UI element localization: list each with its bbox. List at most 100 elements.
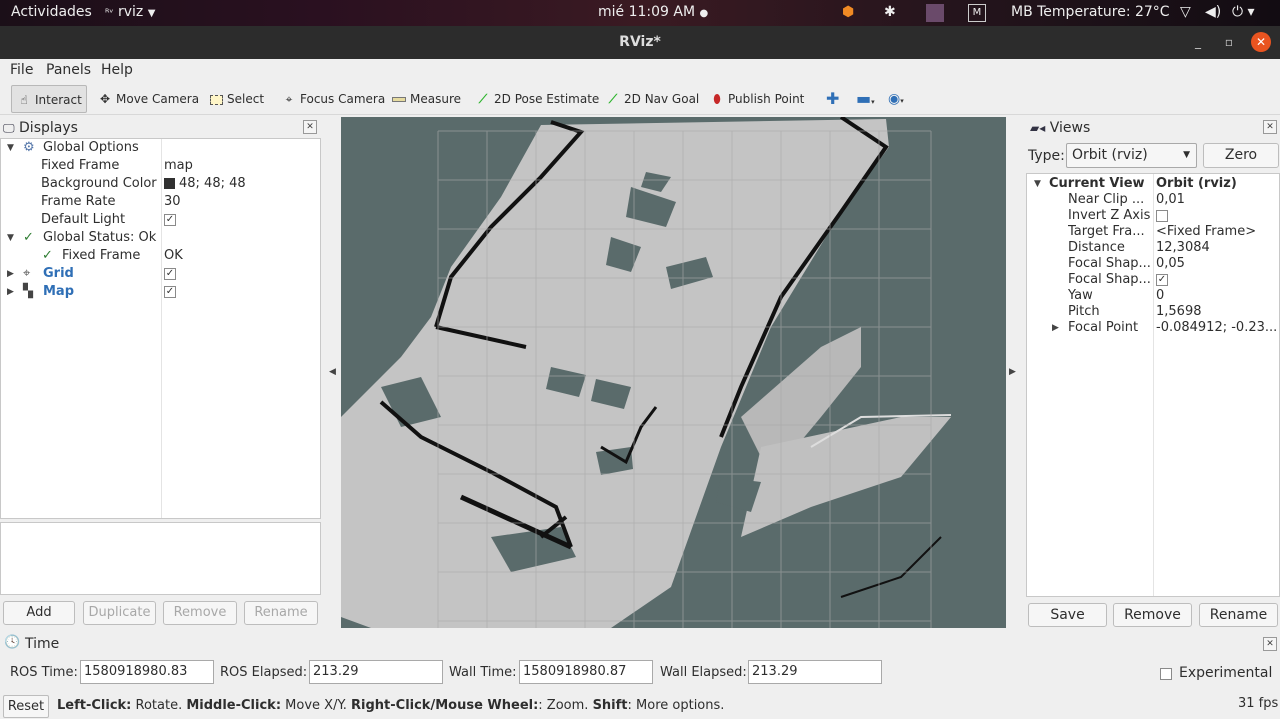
displays-tree[interactable]: ▼ ⚙ Global Options Fixed Frame map Backg… <box>0 138 321 519</box>
rename-view-button[interactable]: Rename <box>1199 603 1278 627</box>
pitch-value[interactable]: 1,5698 <box>1156 304 1278 320</box>
tree-row-current-view[interactable]: ▼ Current View Orbit (rviz) <box>1027 176 1279 192</box>
wall-elapsed-field[interactable]: 213.29 <box>748 660 882 684</box>
app-menu[interactable]: ᴿᵛ rviz ▼ <box>105 4 155 20</box>
views-close-icon[interactable]: ✕ <box>1263 120 1277 134</box>
volume-icon[interactable]: ◀) <box>1205 4 1221 20</box>
menu-help[interactable]: Help <box>101 62 133 78</box>
tree-row-focal-point[interactable]: ▶ Focal Point -0.084912; -0.23... <box>1027 320 1279 336</box>
focal-point-value[interactable]: -0.084912; -0.23... <box>1156 320 1278 336</box>
default-light-checkbox[interactable]: ✓ <box>164 211 176 229</box>
map-checkbox[interactable]: ✓ <box>164 283 176 301</box>
shift-desc: : More options. <box>627 698 725 713</box>
close-button[interactable]: ✕ <box>1251 32 1271 52</box>
duplicate-display-button[interactable]: Duplicate <box>83 601 156 625</box>
expand-down-icon[interactable]: ▼ <box>7 229 14 247</box>
target-frame-label: Target Fra... <box>1068 224 1145 239</box>
tree-row-map[interactable]: ▶ ▚ Map ✓ <box>1 283 320 301</box>
frame-rate-value[interactable]: 30 <box>164 193 181 211</box>
select-tool-button[interactable]: Select <box>204 85 268 113</box>
view-type-value: Orbit (rviz) <box>1072 147 1148 163</box>
image-tray-icon[interactable] <box>926 4 944 22</box>
distance-value[interactable]: 12,3084 <box>1156 240 1278 256</box>
ros-elapsed-label: ROS Elapsed: <box>220 665 308 680</box>
clock[interactable]: mié 11:09 AM ● <box>598 4 708 20</box>
tree-row-near-clip[interactable]: Near Clip ... 0,01 <box>1027 192 1279 208</box>
remove-display-button[interactable]: Remove <box>163 601 237 625</box>
background-color-value[interactable]: 48; 48; 48 <box>164 175 246 193</box>
displays-close-icon[interactable]: ✕ <box>303 120 317 134</box>
move-camera-tool-button[interactable]: ✥ Move Camera <box>93 85 203 113</box>
bluetooth-tray-icon[interactable]: ✱ <box>884 4 896 20</box>
grid-checkbox[interactable]: ✓ <box>164 265 176 283</box>
publish-point-tool-button[interactable]: ⬮ Publish Point <box>705 85 808 113</box>
expand-right-icon[interactable]: ▶ <box>1052 320 1059 336</box>
tree-row-grid[interactable]: ▶ ⌖ Grid ✓ <box>1 265 320 283</box>
invert-z-label: Invert Z Axis <box>1068 208 1151 223</box>
collapse-left-icon[interactable]: ◀ <box>329 367 336 377</box>
activities-button[interactable]: Actividades <box>11 4 92 20</box>
tree-row-global-options[interactable]: ▼ ⚙ Global Options <box>1 139 320 157</box>
power-icon[interactable]: ⏻ ▾ <box>1232 4 1255 20</box>
tree-row-invert-z[interactable]: Invert Z Axis <box>1027 208 1279 224</box>
fixed-frame-value[interactable]: map <box>164 157 193 175</box>
expand-right-icon[interactable]: ▶ <box>7 283 14 301</box>
time-close-icon[interactable]: ✕ <box>1263 637 1277 651</box>
focal-shape-size-value[interactable]: 0,05 <box>1156 256 1278 272</box>
focal-shape-fixed-checkbox[interactable]: ✓ <box>1156 272 1278 288</box>
add-tool-icon[interactable]: ✚ <box>822 85 843 113</box>
target-frame-value[interactable]: <Fixed Frame> <box>1156 224 1278 240</box>
ros-elapsed-field[interactable]: 213.29 <box>309 660 443 684</box>
nav-goal-tool-button[interactable]: ⟋ 2D Nav Goal <box>601 85 703 113</box>
interact-tool-button[interactable]: ☝ Interact <box>11 85 87 113</box>
tree-row-pitch[interactable]: Pitch 1,5698 <box>1027 304 1279 320</box>
tree-row-default-light[interactable]: Default Light ✓ <box>1 211 320 229</box>
move-icon: ✥ <box>99 92 111 106</box>
tree-row-status-fixed-frame[interactable]: ✓ Fixed Frame OK <box>1 247 320 265</box>
eye-tool-icon[interactable]: ◉▾ <box>884 85 908 113</box>
expand-down-icon[interactable]: ▼ <box>7 139 14 157</box>
remove-tool-icon[interactable]: ▬▾ <box>852 85 879 113</box>
tree-row-yaw[interactable]: Yaw 0 <box>1027 288 1279 304</box>
expand-right-icon[interactable]: ▶ <box>7 265 14 283</box>
tree-row-focal-shape-fixed[interactable]: Focal Shap... ✓ <box>1027 272 1279 288</box>
expand-down-icon[interactable]: ▼ <box>1034 176 1041 192</box>
save-view-button[interactable]: Save <box>1028 603 1107 627</box>
render-3d-view[interactable] <box>341 117 1006 628</box>
wall-time-field[interactable]: 1580918980.87 <box>519 660 653 684</box>
tree-row-global-status[interactable]: ▼ ✓ Global Status: Ok <box>1 229 320 247</box>
tree-row-frame-rate[interactable]: Frame Rate 30 <box>1 193 320 211</box>
yaw-value[interactable]: 0 <box>1156 288 1278 304</box>
tree-row-focal-shape-size[interactable]: Focal Shap... 0,05 <box>1027 256 1279 272</box>
shield-tray-icon[interactable]: ⬢ <box>842 4 854 20</box>
tree-row-fixed-frame[interactable]: Fixed Frame map <box>1 157 320 175</box>
add-display-button[interactable]: Add <box>3 601 75 625</box>
network-icon[interactable]: ▽ <box>1180 4 1191 20</box>
remove-view-button[interactable]: Remove <box>1113 603 1192 627</box>
minimize-button[interactable]: _ <box>1188 32 1208 52</box>
measure-tool-button[interactable]: Measure <box>387 85 465 113</box>
maximize-button[interactable]: ▫ <box>1219 32 1239 52</box>
experimental-checkbox[interactable] <box>1160 666 1172 681</box>
ros-time-field[interactable]: 1580918980.83 <box>80 660 214 684</box>
tree-row-distance[interactable]: Distance 12,3084 <box>1027 240 1279 256</box>
temperature-indicator[interactable]: MB Temperature: 27°C <box>1011 4 1170 20</box>
focus-camera-tool-button[interactable]: ⌖ Focus Camera <box>277 85 389 113</box>
left-click-desc: Rotate. <box>131 698 187 713</box>
menu-panels[interactable]: Panels <box>46 62 91 78</box>
invert-z-checkbox[interactable] <box>1156 208 1278 224</box>
near-clip-value[interactable]: 0,01 <box>1156 192 1278 208</box>
rename-display-button[interactable]: Rename <box>244 601 318 625</box>
view-type-select[interactable]: Orbit (rviz) ▼ <box>1066 143 1197 168</box>
views-tree[interactable]: ▼ Current View Orbit (rviz) Near Clip ..… <box>1026 173 1280 597</box>
reset-button[interactable]: Reset <box>3 695 49 718</box>
menu-file[interactable]: File <box>10 62 33 78</box>
collapse-right-icon[interactable]: ▶ <box>1009 367 1016 377</box>
tree-row-target-frame[interactable]: Target Fra... <Fixed Frame> <box>1027 224 1279 240</box>
checkmark-icon: ✓ <box>164 267 176 280</box>
tree-row-background-color[interactable]: Background Color 48; 48; 48 <box>1 175 320 193</box>
zero-button[interactable]: Zero <box>1203 143 1279 168</box>
pose-estimate-tool-button[interactable]: ⟋ 2D Pose Estimate <box>471 85 603 113</box>
monitor-tray-icon[interactable]: M <box>968 4 986 22</box>
fps-indicator: 31 fps <box>1238 696 1279 711</box>
